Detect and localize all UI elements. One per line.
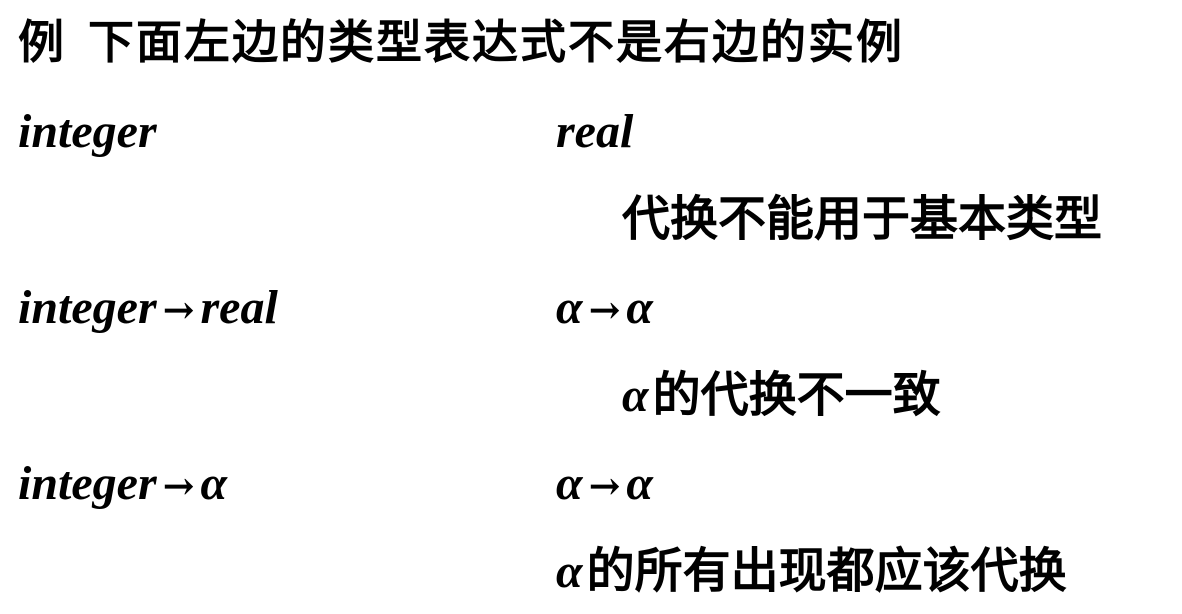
- type-expression-left-1: integer: [18, 104, 157, 160]
- type-variable: α: [626, 281, 653, 334]
- explanation-greek: α: [622, 369, 649, 422]
- explanation-greek: α: [556, 545, 583, 598]
- type-expression-right-2: α → α: [556, 280, 653, 338]
- type-expression-left-2: integer → real: [18, 280, 278, 338]
- type-variable: α: [200, 457, 228, 510]
- type-variable: α: [556, 457, 583, 510]
- type-term: real: [556, 105, 634, 158]
- example-label: 例: [18, 15, 66, 69]
- arrow-symbol: →: [162, 463, 195, 508]
- arrow-symbol: →: [588, 287, 621, 332]
- slide-title: 例下面左边的类型表达式不是右边的实例: [18, 14, 904, 70]
- type-term: real: [200, 281, 278, 334]
- type-expression-right-3: α → α: [556, 456, 653, 514]
- type-variable: α: [556, 281, 583, 334]
- title-text: 下面左边的类型表达式不是右边的实例: [88, 15, 904, 69]
- type-variable: α: [626, 457, 653, 510]
- type-term: integer: [18, 457, 157, 510]
- type-expression-left-3: integer → α: [18, 456, 227, 514]
- explanation-text: 代换不能用于基本类型: [622, 191, 1103, 247]
- explanation-2: α的代换不一致: [622, 366, 941, 425]
- explanation-3: α的所有出现都应该代换: [556, 542, 1067, 601]
- explanation-text: 的代换不一致: [652, 367, 941, 423]
- explanation-text: 的所有出现都应该代换: [586, 543, 1067, 599]
- type-expression-right-1: real: [556, 104, 633, 160]
- arrow-symbol: →: [588, 463, 621, 508]
- type-term: integer: [18, 281, 157, 334]
- type-term: integer: [18, 105, 157, 158]
- explanation-1: 代换不能用于基本类型: [622, 190, 1102, 248]
- arrow-symbol: →: [162, 287, 195, 332]
